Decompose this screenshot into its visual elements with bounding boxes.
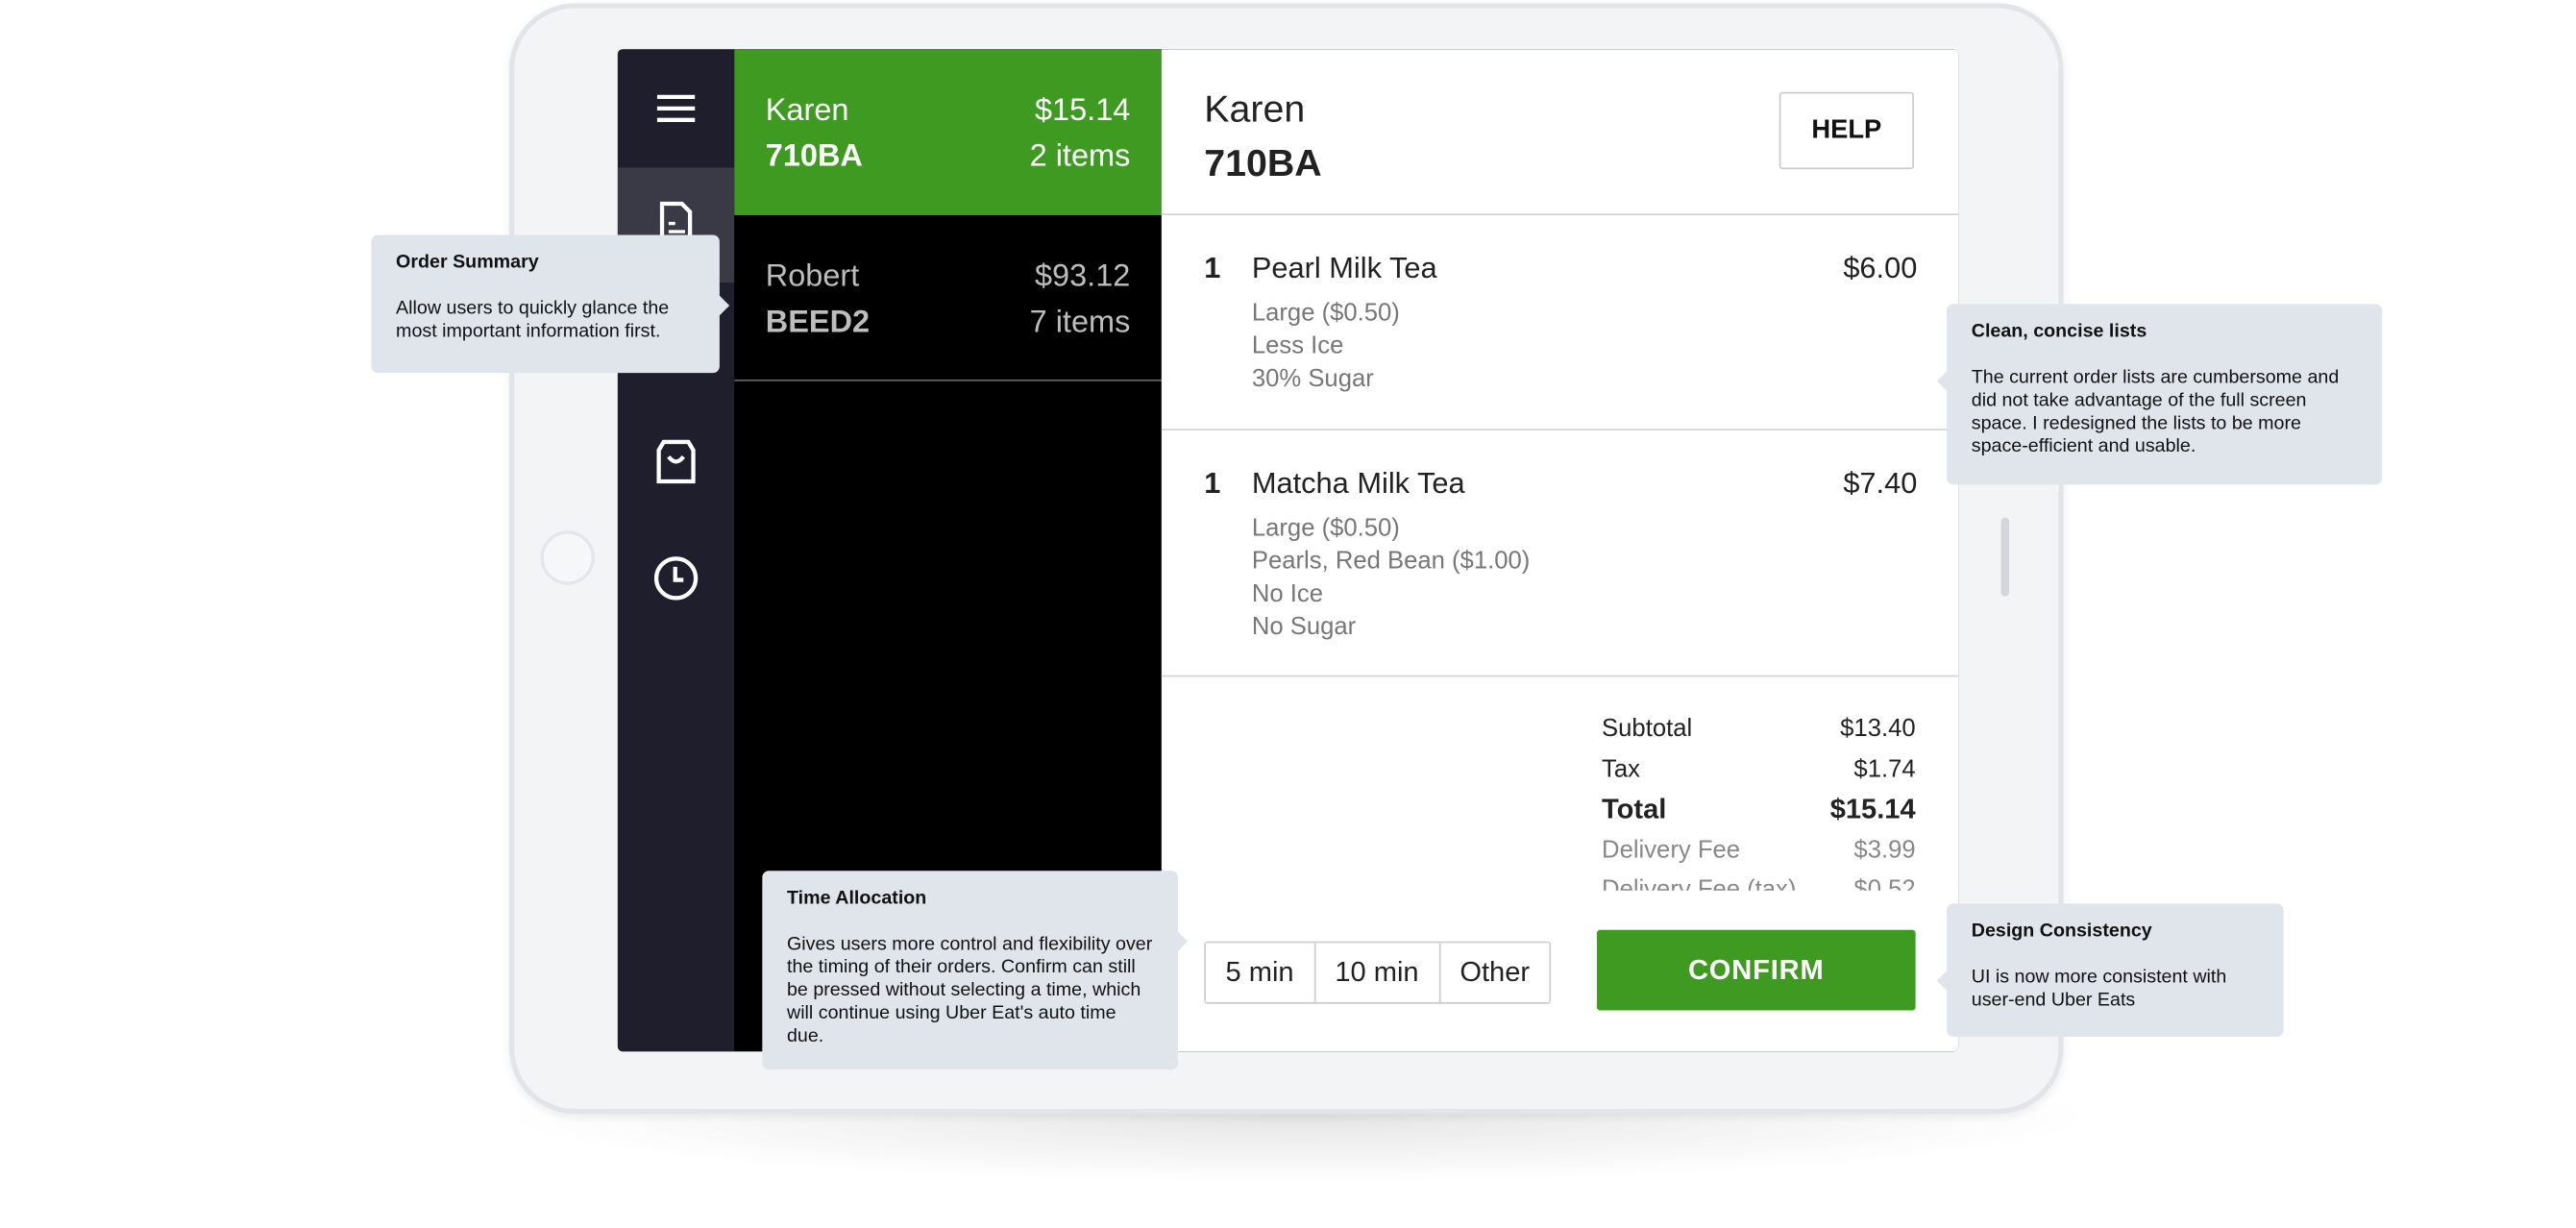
item-modifier: Large ($0.50): [1251, 299, 1400, 328]
totals-panel[interactable]: Subtotal $13.40 Tax $1.74 Total $15.14 Deli…: [1602, 710, 1916, 891]
annotation-body: The current order lists are cumbersome a…: [1971, 367, 2340, 457]
side-button: [2000, 517, 2010, 597]
annotation-title: Clean, concise lists: [1971, 322, 2147, 342]
time-option-10-min[interactable]: 10 min: [1314, 943, 1440, 1002]
annotation-title: Order Summary: [396, 253, 539, 273]
item-modifier: 30% Sugar: [1251, 364, 1374, 393]
item-qty: 1: [1204, 466, 1221, 500]
order-total: $93.12: [1034, 259, 1131, 295]
annotation-design-consistency: Design Consistency UI is now more consis…: [1936, 903, 2284, 1037]
annotation-order-summary: Order Summary Allow users to quickly gla…: [371, 234, 730, 374]
total-value: $15.14: [1829, 793, 1916, 825]
customer-name: Robert: [765, 259, 860, 295]
order-item: 1 Matcha Milk Tea $7.40 Large ($0.50) Pear…: [1204, 463, 1917, 644]
time-option-other[interactable]: Other: [1439, 943, 1550, 1002]
order-card[interactable]: Robert $93.12 BEED2 7 items: [734, 215, 1162, 381]
menu-icon[interactable]: [652, 88, 700, 128]
detail-header: Karen 710BA: [1204, 82, 1321, 190]
subtotal-label: Subtotal: [1602, 714, 1693, 743]
item-modifier: Pearls, Red Bean ($1.00): [1251, 547, 1531, 576]
help-button[interactable]: HELP: [1779, 91, 1914, 170]
detail-order-code: 710BA: [1204, 141, 1322, 184]
annotation-title: Design Consistency: [1971, 921, 2152, 942]
item-modifier: No Ice: [1251, 579, 1324, 608]
order-code: 710BA: [765, 139, 863, 175]
order-detail: Karen 710BA HELP 1 Pearl Milk Tea $6.00 La…: [1161, 49, 1959, 1052]
order-code: BEED2: [765, 306, 871, 340]
order-card-active[interactable]: Karen $15.14 710BA 2 items: [734, 49, 1162, 215]
delivery-tax-value: $0.52: [1853, 875, 1916, 891]
time-option-5-min[interactable]: 5 min: [1205, 943, 1315, 1002]
confirm-button[interactable]: CONFIRM: [1596, 929, 1916, 1011]
divider: [1161, 429, 1959, 430]
total-label: Total: [1602, 793, 1667, 825]
divider: [1161, 675, 1959, 677]
annotation-body: Allow users to quickly glance the most i…: [396, 299, 670, 342]
delivery-tax-label: Delivery Fee (tax): [1602, 875, 1797, 891]
tax-value: $1.74: [1853, 754, 1916, 783]
annotation-body: UI is now more consistent with user-end …: [1971, 968, 2227, 1011]
detail-customer-name: Karen: [1204, 86, 1306, 131]
item-price: $7.40: [1843, 466, 1918, 500]
annotation-title: Time Allocation: [786, 889, 927, 909]
divider: [1161, 213, 1959, 215]
item-count: 7 items: [1029, 306, 1131, 340]
item-modifier: No Sugar: [1251, 612, 1357, 641]
bag-icon[interactable]: [652, 437, 700, 486]
delivery-fee-value: $3.99: [1853, 835, 1916, 864]
time-selector: 5 min 10 min Other: [1204, 941, 1552, 1004]
annotation-body: Gives users more control and flexibility…: [786, 934, 1153, 1047]
item-price: $6.00: [1843, 251, 1918, 284]
nav-sidebar: [617, 49, 735, 1052]
item-count: 2 items: [1029, 139, 1131, 175]
annotation-time-allocation: Time Allocation Gives users more control…: [762, 871, 1189, 1070]
stage: Karen $15.14 710BA 2 items Robert $93.12 BE…: [0, 0, 2576, 1227]
tax-label: Tax: [1602, 754, 1640, 783]
home-button: [540, 530, 595, 585]
item-modifier: Less Ice: [1251, 332, 1344, 360]
item-name: Pearl Milk Tea: [1251, 251, 1437, 284]
item-modifier: Large ($0.50): [1251, 514, 1400, 543]
delivery-fee-label: Delivery Fee: [1602, 835, 1741, 864]
item-name: Matcha Milk Tea: [1251, 466, 1465, 500]
order-item: 1 Pearl Milk Tea $6.00 Large ($0.50) Less …: [1204, 248, 1917, 396]
customer-name: Karen: [765, 93, 849, 129]
annotation-lists: Clean, concise lists The current order l…: [1936, 304, 2383, 485]
order-total: $15.14: [1034, 93, 1131, 129]
clock-icon[interactable]: [652, 553, 700, 602]
item-qty: 1: [1204, 251, 1221, 284]
subtotal-value: $13.40: [1840, 714, 1916, 743]
